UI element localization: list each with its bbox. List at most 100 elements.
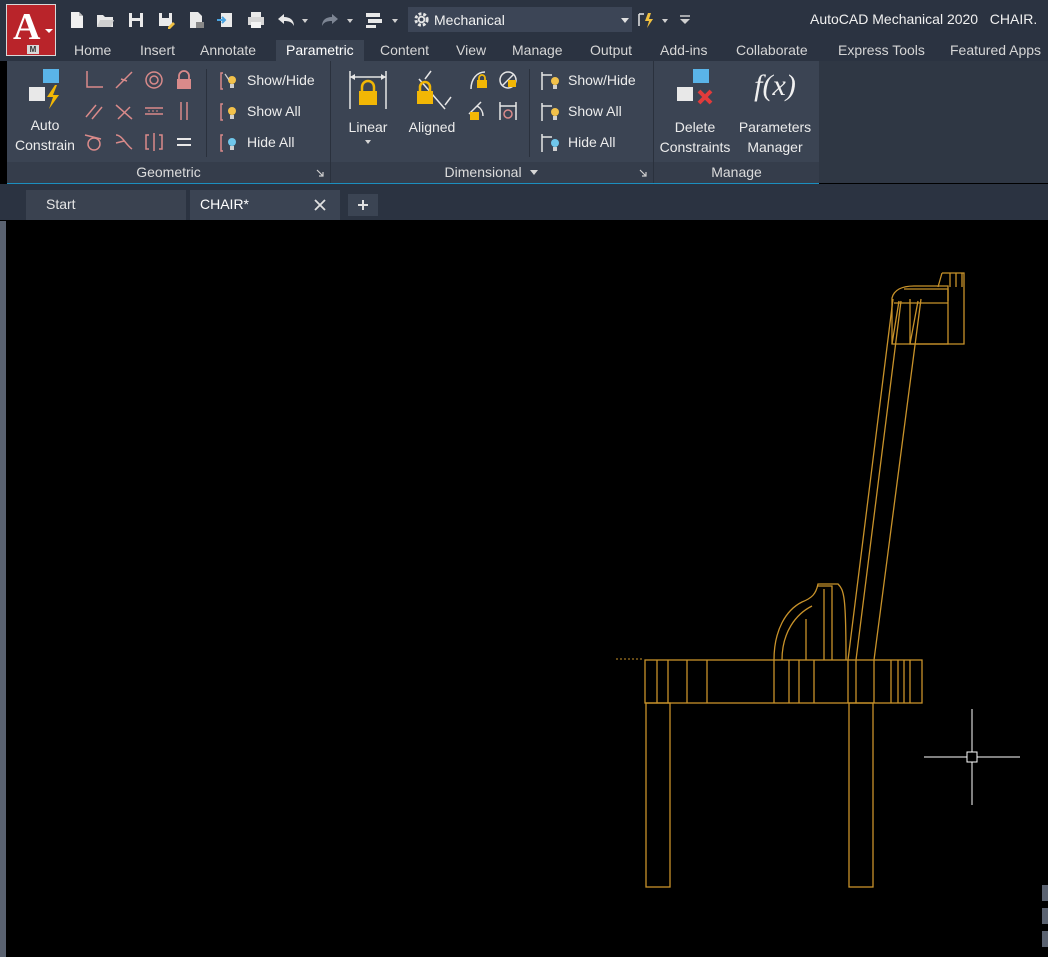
customize-qat-icon[interactable]	[678, 10, 692, 30]
dimensional-show-hide-button[interactable]: Show/Hide	[540, 69, 650, 93]
geometric-show-all-label: Show All	[247, 103, 301, 119]
dimension-show-all-icon	[541, 103, 559, 121]
chevron-down-icon	[365, 140, 371, 144]
geometric-show-hide-label: Show/Hide	[247, 72, 315, 88]
parameters-manager-label-2: Manager	[747, 139, 803, 155]
plus-icon	[358, 200, 368, 210]
chair-front-leg	[645, 702, 671, 888]
dimensional-hide-all-button[interactable]: Hide All	[540, 131, 650, 155]
symmetric-icon[interactable]	[143, 131, 165, 153]
constraint-show-hide-icon	[220, 72, 236, 90]
tab-parametric[interactable]: Parametric	[276, 40, 364, 61]
lock-fix-icon[interactable]	[173, 69, 195, 91]
head-block-detail	[894, 272, 965, 345]
save-as-icon[interactable]	[156, 10, 176, 30]
tab-featured-apps[interactable]: Featured Apps	[950, 40, 1041, 61]
smooth-icon[interactable]	[113, 131, 135, 153]
collinear-icon[interactable]	[113, 69, 135, 91]
manage-panel-label: Manage	[711, 164, 762, 180]
geometric-show-hide-button[interactable]: Show/Hide	[219, 69, 329, 93]
horizontal-icon[interactable]	[143, 100, 165, 122]
share-icon[interactable]	[216, 10, 236, 30]
parameters-manager-button[interactable]: f(x) Parameters Manager	[735, 65, 815, 157]
doc-tab-chair[interactable]: CHAIR*	[190, 190, 340, 220]
constraint-show-all-icon	[220, 103, 236, 121]
linear-dimension-button[interactable]: Linear	[343, 65, 393, 157]
equal-icon[interactable]	[173, 131, 195, 153]
plot-preview-icon[interactable]	[186, 10, 206, 30]
coincident-icon[interactable]	[83, 69, 105, 91]
diameter-dimension-icon[interactable]	[467, 100, 489, 122]
tab-manage[interactable]: Manage	[512, 40, 563, 61]
geometric-show-all-button[interactable]: Show All	[219, 100, 329, 124]
tab-annotate[interactable]: Annotate	[200, 40, 256, 61]
match-dropdown-icon[interactable]	[660, 10, 670, 30]
constraint-hide-all-icon	[220, 134, 236, 152]
geometric-hide-all-button[interactable]: Hide All	[219, 131, 329, 155]
dialog-launcher-icon[interactable]	[639, 169, 647, 177]
open-folder-icon[interactable]	[95, 10, 115, 30]
layer-dropdown-icon[interactable]	[390, 10, 400, 30]
parallel-icon[interactable]	[83, 100, 105, 122]
redo-dropdown-icon[interactable]	[345, 10, 355, 30]
delete-constraints-button[interactable]: Delete Constraints	[657, 65, 733, 157]
chevron-down-icon	[621, 18, 629, 23]
tab-add-ins[interactable]: Add-ins	[660, 40, 707, 61]
cushion-detail	[781, 585, 833, 661]
redo-icon[interactable]	[320, 10, 340, 30]
geometric-panel-title: Geometric	[7, 162, 330, 183]
close-icon[interactable]	[314, 199, 326, 211]
dimensional-hide-all-label: Hide All	[568, 134, 616, 150]
tab-insert[interactable]: Insert	[140, 40, 175, 61]
linear-label: Linear	[348, 119, 388, 135]
tab-home[interactable]: Home	[74, 40, 111, 61]
concentric-icon[interactable]	[143, 69, 165, 91]
delete-constraints-label-2: Constraints	[659, 139, 731, 155]
auto-constrain-button[interactable]: Auto Constrain	[11, 65, 79, 157]
dimensional-panel-label: Dimensional	[444, 164, 522, 180]
file-name: CHAIR.	[989, 11, 1038, 27]
new-file-icon[interactable]	[67, 10, 87, 30]
doc-tab-start[interactable]: Start	[26, 190, 186, 220]
geometric-panel-label: Geometric	[136, 164, 201, 180]
tab-collaborate[interactable]: Collaborate	[736, 40, 808, 61]
tab-view[interactable]: View	[456, 40, 486, 61]
seat-grain-lines	[656, 660, 911, 703]
perpendicular-icon[interactable]	[113, 100, 135, 122]
fx-icon: f(x)	[754, 69, 796, 102]
plot-icon[interactable]	[246, 10, 266, 30]
aligned-dimension-button[interactable]: Aligned	[401, 65, 463, 157]
undo-dropdown-icon[interactable]	[300, 10, 310, 30]
tab-content[interactable]: Content	[380, 40, 429, 61]
layer-icon[interactable]	[364, 10, 384, 30]
dimensional-show-all-button[interactable]: Show All	[540, 100, 650, 124]
tangent-icon[interactable]	[83, 131, 105, 153]
dialog-launcher-icon[interactable]	[316, 169, 324, 177]
dimension-show-hide-icon	[541, 72, 559, 90]
chevron-down-icon	[530, 170, 539, 175]
chevron-down-icon	[45, 29, 53, 33]
save-icon[interactable]	[126, 10, 146, 30]
convert-dimension-icon[interactable]	[497, 100, 519, 122]
application-menu-button[interactable]: A M	[6, 4, 56, 56]
tab-output[interactable]: Output	[590, 40, 632, 61]
chair-drawing	[616, 272, 1048, 947]
dimensional-panel-title[interactable]: Dimensional	[331, 162, 653, 183]
undo-icon[interactable]	[276, 10, 296, 30]
workspace-label: Mechanical	[434, 12, 505, 28]
new-tab-button[interactable]	[348, 194, 378, 216]
tab-express-tools[interactable]: Express Tools	[838, 40, 925, 61]
document-tab-bar: Start CHAIR*	[0, 184, 1048, 220]
angular-dimension-icon[interactable]	[467, 69, 489, 91]
canvas-right-controls[interactable]	[1042, 885, 1048, 947]
auto-constrain-label-1: Auto	[30, 117, 60, 133]
match-properties-icon[interactable]	[636, 10, 656, 30]
aligned-dimension-icon	[417, 70, 452, 110]
vertical-icon[interactable]	[173, 100, 195, 122]
drawing-canvas[interactable]	[6, 221, 1048, 957]
crosshair-cursor	[924, 709, 1020, 805]
radius-dimension-icon[interactable]	[497, 69, 519, 91]
workspace-switcher[interactable]: Mechanical	[408, 7, 632, 32]
linear-dimension-icon	[349, 71, 387, 109]
dimensional-show-all-label: Show All	[568, 103, 622, 119]
